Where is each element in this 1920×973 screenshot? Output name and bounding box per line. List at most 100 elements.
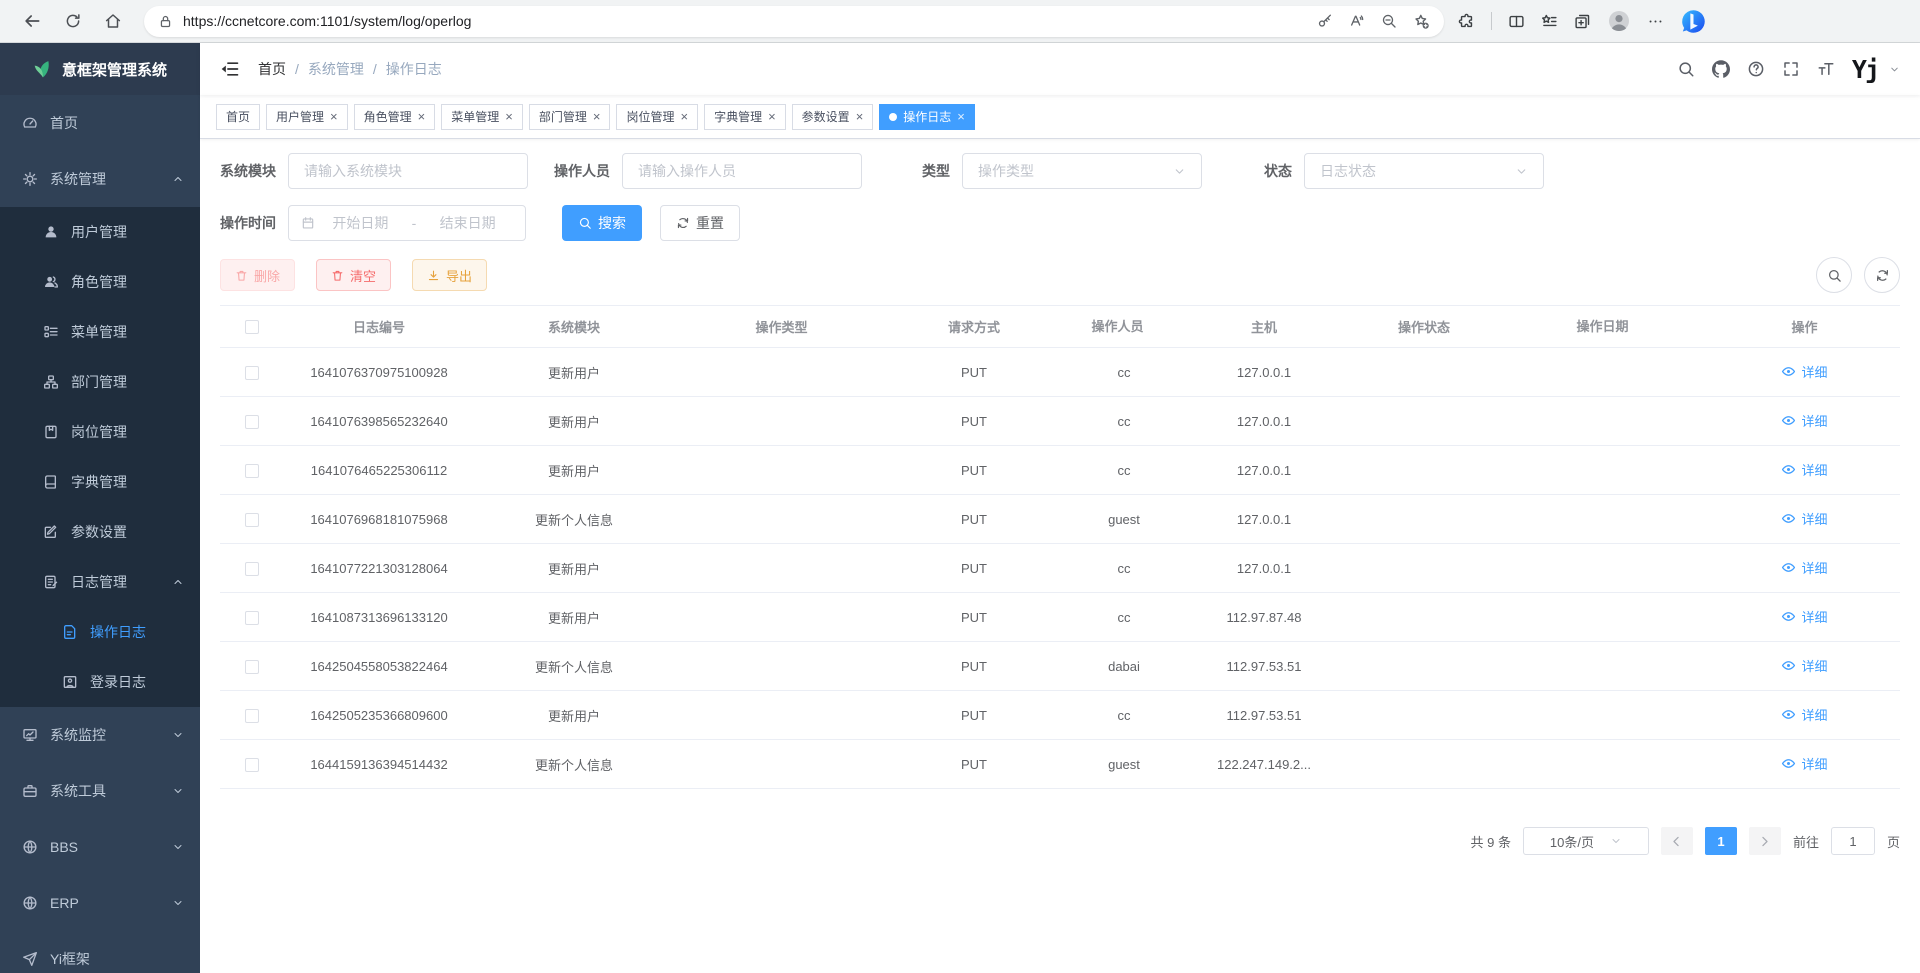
avatar-caret-icon[interactable]: [1889, 64, 1900, 75]
close-icon[interactable]: ×: [593, 110, 601, 123]
tab-post-mgmt[interactable]: 岗位管理×: [616, 104, 698, 130]
page-size-select[interactable]: 10条/页: [1523, 827, 1649, 855]
detail-link[interactable]: 详细: [1781, 362, 1827, 381]
close-icon[interactable]: ×: [418, 110, 426, 123]
extensions-icon[interactable]: [1458, 13, 1475, 30]
sidebar-item-role-mgmt[interactable]: 角色管理: [0, 257, 200, 307]
sidebar-item-yi-framework[interactable]: Yi框架: [0, 931, 200, 973]
sidebar-item-home[interactable]: 首页: [0, 95, 200, 151]
lock-icon[interactable]: [158, 14, 173, 29]
detail-link[interactable]: 详细: [1781, 607, 1827, 626]
help-icon[interactable]: [1747, 60, 1765, 78]
read-aloud-icon[interactable]: [1349, 13, 1365, 29]
add-favorite-icon[interactable]: [1413, 13, 1430, 30]
browser-home-icon[interactable]: [104, 12, 122, 30]
detail-link[interactable]: 详细: [1781, 411, 1827, 430]
breadcrumb-home[interactable]: 首页: [258, 59, 286, 79]
sidebar-item-dept-mgmt[interactable]: 部门管理: [0, 357, 200, 407]
detail-link[interactable]: 详细: [1781, 656, 1827, 675]
row-checkbox[interactable]: [245, 709, 259, 723]
sidebar-item-menu-mgmt[interactable]: 菜单管理: [0, 307, 200, 357]
back-arrow-icon[interactable]: [22, 11, 42, 31]
detail-link[interactable]: 详细: [1781, 558, 1827, 577]
sidebar-item-system-mgmt[interactable]: 系统管理: [0, 151, 200, 207]
tab-home[interactable]: 首页: [216, 104, 260, 130]
tab-oper-log[interactable]: 操作日志×: [879, 104, 975, 130]
profile-avatar[interactable]: [1607, 9, 1631, 33]
col-operator[interactable]: 操作人员: [1059, 306, 1189, 348]
row-checkbox[interactable]: [245, 758, 259, 772]
status-select[interactable]: 日志状态: [1304, 153, 1544, 189]
clear-button[interactable]: 清空: [316, 259, 391, 291]
module-input[interactable]: [288, 153, 528, 189]
github-icon[interactable]: [1712, 60, 1730, 78]
sidebar-item-dict-mgmt[interactable]: 字典管理: [0, 457, 200, 507]
close-icon[interactable]: ×: [957, 110, 965, 123]
date-range-input[interactable]: 开始日期 - 结束日期: [288, 205, 526, 241]
current-page-button[interactable]: 1: [1705, 827, 1737, 855]
table-search-button[interactable]: [1816, 257, 1852, 293]
bing-chat-icon[interactable]: [1680, 8, 1707, 35]
detail-link[interactable]: 详细: [1781, 705, 1827, 724]
sort-carets[interactable]: [1149, 319, 1157, 337]
row-checkbox[interactable]: [245, 415, 259, 429]
close-icon[interactable]: ×: [768, 110, 776, 123]
user-avatar-logo[interactable]: Yj: [1852, 55, 1878, 84]
fullscreen-icon[interactable]: [1782, 60, 1800, 78]
tab-dict-mgmt[interactable]: 字典管理×: [704, 104, 786, 130]
detail-link[interactable]: 详细: [1781, 509, 1827, 528]
split-screen-icon[interactable]: [1508, 13, 1525, 30]
select-all-checkbox[interactable]: [245, 320, 259, 334]
detail-link[interactable]: 详细: [1781, 754, 1827, 773]
prev-page-button[interactable]: [1661, 827, 1693, 855]
row-checkbox[interactable]: [245, 660, 259, 674]
favorites-icon[interactable]: [1541, 13, 1558, 30]
goto-page-input[interactable]: [1831, 827, 1875, 855]
sidebar-item-login-log[interactable]: 登录日志: [0, 657, 200, 707]
reset-button[interactable]: 重置: [660, 205, 740, 241]
close-icon[interactable]: ×: [505, 110, 513, 123]
tab-role-mgmt[interactable]: 角色管理×: [354, 104, 436, 130]
sort-carets[interactable]: [1634, 319, 1642, 337]
tab-param-settings[interactable]: 参数设置×: [792, 104, 874, 130]
sidebar-item-user-mgmt[interactable]: 用户管理: [0, 207, 200, 257]
detail-link[interactable]: 详细: [1781, 460, 1827, 479]
sidebar-item-system-monitor[interactable]: 系统监控: [0, 707, 200, 763]
sidebar-item-log-mgmt[interactable]: 日志管理: [0, 557, 200, 607]
export-button[interactable]: 导出: [412, 259, 487, 291]
delete-button[interactable]: 删除: [220, 259, 295, 291]
col-date[interactable]: 操作日期: [1509, 306, 1709, 348]
close-icon[interactable]: ×: [330, 110, 338, 123]
next-page-button[interactable]: [1749, 827, 1781, 855]
more-options-icon[interactable]: [1647, 13, 1664, 30]
row-checkbox[interactable]: [245, 562, 259, 576]
browser-refresh-icon[interactable]: [64, 12, 82, 30]
type-select[interactable]: 操作类型: [962, 153, 1202, 189]
trash-icon: [331, 269, 344, 282]
tab-menu-mgmt[interactable]: 菜单管理×: [441, 104, 523, 130]
url-bar[interactable]: https://ccnetcore.com:1101/system/log/op…: [144, 6, 1444, 37]
close-icon[interactable]: ×: [680, 110, 688, 123]
table-refresh-button[interactable]: [1864, 257, 1900, 293]
password-key-icon[interactable]: [1317, 13, 1333, 29]
zoom-out-icon[interactable]: [1381, 13, 1397, 29]
sidebar-item-bbs[interactable]: BBS: [0, 819, 200, 875]
close-icon[interactable]: ×: [856, 110, 864, 123]
sidebar-item-post-mgmt[interactable]: 岗位管理: [0, 407, 200, 457]
row-checkbox[interactable]: [245, 464, 259, 478]
operator-input[interactable]: [622, 153, 862, 189]
row-checkbox[interactable]: [245, 513, 259, 527]
text-size-icon[interactable]: [1817, 60, 1835, 78]
tab-user-mgmt[interactable]: 用户管理×: [266, 104, 348, 130]
row-checkbox[interactable]: [245, 366, 259, 380]
sidebar-item-oper-log[interactable]: 操作日志: [0, 607, 200, 657]
sidebar-item-erp[interactable]: ERP: [0, 875, 200, 931]
header-search-icon[interactable]: [1677, 60, 1695, 78]
collections-icon[interactable]: [1574, 13, 1591, 30]
search-button[interactable]: 搜索: [562, 205, 642, 241]
row-checkbox[interactable]: [245, 611, 259, 625]
sidebar-item-param-settings[interactable]: 参数设置: [0, 507, 200, 557]
sidebar-toggle-icon[interactable]: [220, 59, 240, 79]
tab-dept-mgmt[interactable]: 部门管理×: [529, 104, 611, 130]
sidebar-item-system-tools[interactable]: 系统工具: [0, 763, 200, 819]
